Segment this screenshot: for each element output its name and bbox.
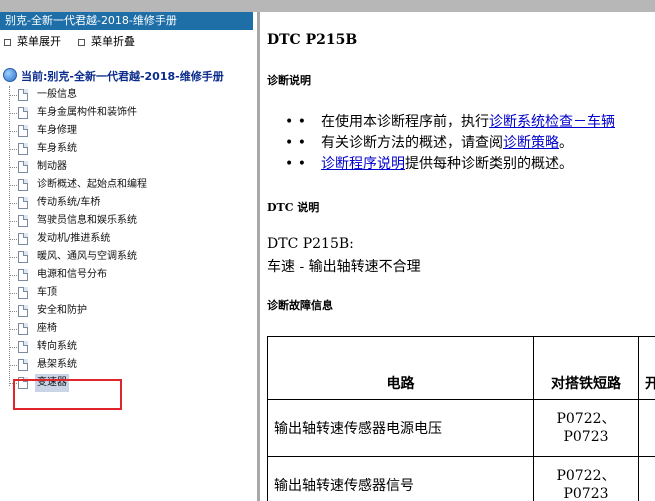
expand-icon <box>4 39 11 46</box>
document-icon <box>18 305 28 317</box>
dtc-heading: DTC P215B <box>267 32 358 48</box>
bullet-marker: • • <box>285 156 306 172</box>
link-diag-strategy[interactable]: 诊断策略 <box>503 135 559 151</box>
tree-item[interactable]: 车顶 <box>0 284 255 302</box>
selection-highlight-box <box>13 379 122 410</box>
column-header-open: 开 <box>638 336 655 400</box>
tree-root[interactable]: 当前:别克-全新一代君越-2018-维修手册 <box>3 68 224 86</box>
document-icon <box>18 215 28 227</box>
document-icon <box>18 251 28 263</box>
collapse-icon <box>78 39 85 46</box>
tree-item[interactable]: 转向系统 <box>0 338 255 356</box>
document-icon <box>18 323 28 335</box>
tree-item[interactable]: 车身金属构件和装饰件 <box>0 104 255 122</box>
column-header-short-to-ground: 对搭铁短路 <box>533 336 639 400</box>
document-icon <box>18 125 28 137</box>
document-icon <box>18 269 28 281</box>
content-pane: DTC P215B 诊断说明 • • 在使用本诊断程序前，执行诊断系统检查－车辆 … <box>260 12 655 501</box>
menu-expand-button[interactable]: 菜单展开 <box>4 34 61 50</box>
link-vehicle-diag-check[interactable]: 诊断系统检查－车辆 <box>489 114 615 130</box>
navigation-pane: 别克-全新一代君越-2018-维修手册 菜单展开 菜单折叠 当前:别克-全新一代… <box>0 12 257 501</box>
bullet-marker: • • <box>285 135 306 151</box>
link-diag-procedure[interactable]: 诊断程序说明 <box>321 156 405 172</box>
tree-item[interactable]: 悬架系统 <box>0 356 255 374</box>
fault-info-heading: 诊断故障信息 <box>267 299 333 312</box>
nav-title-bar: 别克-全新一代君越-2018-维修手册 <box>0 12 253 30</box>
tree-item[interactable]: 安全和防护 <box>0 302 255 320</box>
list-item: • • 在使用本诊断程序前，执行诊断系统检查－车辆 <box>285 112 615 133</box>
list-item: • • 诊断程序说明提供每种诊断类别的概述。 <box>285 154 615 175</box>
table-cell-codes: P0722、 P0723 <box>533 399 639 457</box>
document-icon <box>18 197 28 209</box>
tree-item[interactable]: 驾驶员信息和娱乐系统 <box>0 212 255 230</box>
diag-instructions-heading: 诊断说明 <box>267 74 311 87</box>
instruction-list: • • 在使用本诊断程序前，执行诊断系统检查－车辆 • • 有关诊断方法的概述，请查… <box>285 112 615 175</box>
tree-item[interactable]: 发动机/推进系统 <box>0 230 255 248</box>
tree-item[interactable]: 车身修理 <box>0 122 255 140</box>
globe-icon <box>3 68 17 82</box>
table-cell-codes: P0722、 P0723 <box>533 456 639 501</box>
document-icon <box>18 233 28 245</box>
document-icon <box>18 179 28 191</box>
tree-item[interactable]: 电源和信号分布 <box>0 266 255 284</box>
document-icon <box>18 359 28 371</box>
document-icon <box>18 143 28 155</box>
tree-list: 一般信息 车身金属构件和装饰件 车身修理 车身系统 制动器 诊断概述、起始点和编… <box>0 86 255 392</box>
tree-item[interactable]: 传动系统/车桥 <box>0 194 255 212</box>
table-cell-empty <box>638 399 655 457</box>
tree-item[interactable]: 诊断概述、起始点和编程 <box>0 176 255 194</box>
table-row: 输出轴转速传感器电源电压 P0722、 P0723 <box>267 399 655 457</box>
table-row: 输出轴转速传感器信号 P0722、 P0723 <box>267 456 655 501</box>
tree-item[interactable]: 暖风、通风与空调系统 <box>0 248 255 266</box>
dtc-desc-heading: DTC 说明 <box>267 201 320 214</box>
tree-item[interactable]: 车身系统 <box>0 140 255 158</box>
table-cell-circuit: 输出轴转速传感器信号 <box>267 456 534 501</box>
fault-info-table: 电路 对搭铁短路 开 输出轴转速传感器电源电压 P0722、 P0723 输出轴转… <box>267 336 655 501</box>
dtc-code-line: DTC P215B: <box>267 236 354 252</box>
table-cell-empty <box>638 456 655 501</box>
window-top-bar <box>0 0 655 12</box>
table-cell-circuit: 输出轴转速传感器电源电压 <box>267 399 534 457</box>
table-header-row: 电路 对搭铁短路 开 <box>267 336 655 400</box>
tree-item[interactable]: 制动器 <box>0 158 255 176</box>
dtc-desc-line: 车速 - 输出轴转速不合理 <box>267 259 421 275</box>
document-icon <box>18 89 28 101</box>
tree-item[interactable]: 座椅 <box>0 320 255 338</box>
document-icon <box>18 161 28 173</box>
tree-item[interactable]: 一般信息 <box>0 86 255 104</box>
document-icon <box>18 341 28 353</box>
menu-collapse-button[interactable]: 菜单折叠 <box>78 34 135 50</box>
column-header-circuit: 电路 <box>267 336 534 400</box>
bullet-marker: • • <box>285 114 306 130</box>
list-item: • • 有关诊断方法的概述，请查阅诊断策略。 <box>285 133 615 154</box>
document-icon <box>18 287 28 299</box>
document-icon <box>18 107 28 119</box>
